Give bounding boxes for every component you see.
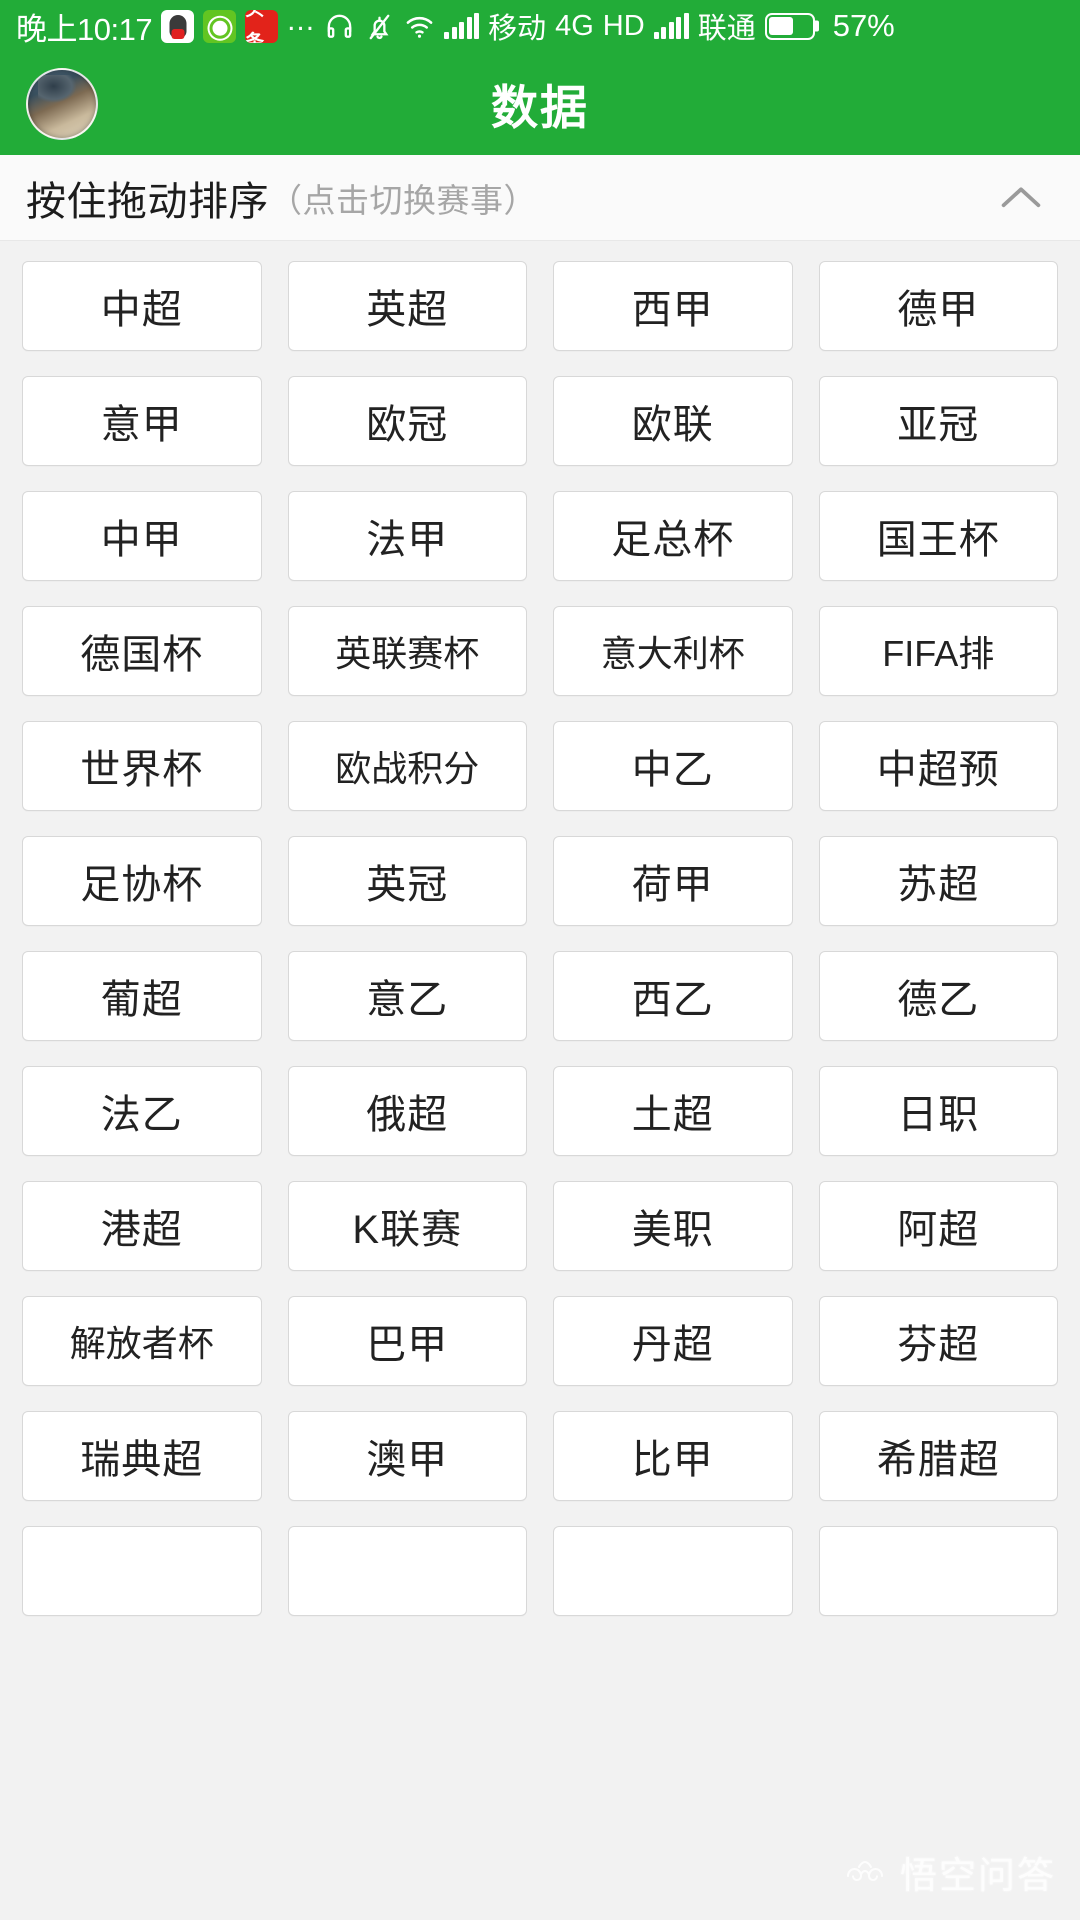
league-button[interactable] — [287, 1526, 527, 1616]
league-button[interactable]: 足协杯 — [22, 836, 262, 926]
league-button[interactable]: 国王杯 — [818, 491, 1058, 581]
league-button[interactable]: 中超 — [22, 261, 262, 351]
sort-hint-main-text: 按住拖动排序 — [26, 179, 269, 224]
status-bar: 晚上10:17 头条 ... 移动 4G HD 联通 57% — [0, 0, 1080, 52]
league-grid: 中超 英超 西甲 德甲意甲 欧冠 欧联 亚冠中甲 法甲 足总杯 国王杯德国杯 英联赛杯 意大利杯 FIF… — [22, 261, 1058, 1616]
wukong-logo-icon — [842, 1857, 888, 1887]
league-button[interactable]: 亚冠 — [818, 376, 1058, 466]
league-button[interactable]: 苏超 — [818, 836, 1058, 926]
league-button[interactable]: 葡超 — [22, 951, 262, 1041]
chevron-up-icon[interactable] — [992, 169, 1050, 227]
battery-percent-label: 57% — [832, 8, 895, 43]
league-button[interactable]: K联赛 — [287, 1181, 527, 1271]
league-button[interactable]: 土超 — [553, 1066, 793, 1156]
league-button[interactable]: 意甲 — [22, 376, 262, 466]
league-button[interactable]: 荷甲 — [553, 836, 793, 926]
league-button[interactable]: 英联赛杯 — [287, 606, 527, 696]
more-notifications-icon: ... — [287, 4, 316, 37]
league-button[interactable]: 美职 — [553, 1181, 793, 1271]
league-button[interactable]: 德甲 — [818, 261, 1058, 351]
league-button[interactable]: 解放者杯 — [22, 1296, 262, 1386]
league-button[interactable]: 法甲 — [287, 491, 527, 581]
headphone-icon — [324, 11, 355, 42]
page-title: 数据 — [491, 81, 589, 134]
signal-strength-icon-1 — [444, 13, 480, 39]
league-button[interactable]: 瑞典超 — [22, 1411, 262, 1501]
bell-muted-icon — [364, 11, 395, 42]
carrier-name-2: 联通 — [697, 13, 756, 45]
sort-hint-sub-text: （点击切换赛事） — [269, 181, 537, 219]
league-grid-container: 中超 英超 西甲 德甲意甲 欧冠 欧联 亚冠中甲 法甲 足总杯 国王杯德国杯 英联赛杯 意大利杯 FIF… — [0, 241, 1080, 1919]
league-button[interactable]: 欧联 — [553, 376, 793, 466]
league-button[interactable]: 日职 — [818, 1066, 1058, 1156]
qq-icon — [161, 9, 195, 43]
wifi-icon — [404, 11, 435, 42]
league-button[interactable]: 港超 — [22, 1181, 262, 1271]
toutiao-icon: 头条 — [245, 9, 279, 43]
league-button[interactable]: 德乙 — [818, 951, 1058, 1041]
league-button[interactable]: 世界杯 — [22, 721, 262, 811]
league-button[interactable]: 澳甲 — [287, 1411, 527, 1501]
league-button[interactable]: 意大利杯 — [553, 606, 793, 696]
league-button[interactable]: 比甲 — [553, 1411, 793, 1501]
league-button[interactable] — [553, 1526, 793, 1616]
league-button[interactable]: 英冠 — [287, 836, 527, 926]
league-button[interactable]: 西甲 — [553, 261, 793, 351]
league-button[interactable]: 丹超 — [553, 1296, 793, 1386]
battery-icon — [764, 12, 815, 40]
league-button[interactable]: 欧冠 — [287, 376, 527, 466]
league-button[interactable]: 芬超 — [818, 1296, 1058, 1386]
watermark: 悟空问答 — [842, 1845, 1056, 1899]
carrier-name-1: 移动 — [488, 13, 547, 45]
league-button[interactable]: 巴甲 — [287, 1296, 527, 1386]
league-button[interactable]: 法乙 — [22, 1066, 262, 1156]
league-button[interactable]: 中超预 — [818, 721, 1058, 811]
league-button[interactable]: 英超 — [287, 261, 527, 351]
status-time: 晚上10:17 — [16, 11, 153, 47]
league-button[interactable]: 足总杯 — [553, 491, 793, 581]
league-button[interactable]: 俄超 — [287, 1066, 527, 1156]
signal-strength-icon-2 — [653, 13, 689, 39]
league-button[interactable] — [22, 1526, 262, 1616]
app-header: 数据 — [0, 52, 1080, 155]
league-button[interactable]: 希腊超 — [818, 1411, 1058, 1501]
league-button[interactable]: FIFA排 — [818, 606, 1058, 696]
league-button[interactable]: 德国杯 — [22, 606, 262, 696]
league-button[interactable]: 中乙 — [553, 721, 793, 811]
hd-label: HD — [602, 9, 645, 42]
league-button[interactable] — [818, 1526, 1058, 1616]
league-button[interactable]: 阿超 — [818, 1181, 1058, 1271]
league-button[interactable]: 欧战积分 — [287, 721, 527, 811]
sort-hint-bar[interactable]: 按住拖动排序 （点击切换赛事） — [0, 155, 1080, 241]
watermark-text: 悟空问答 — [900, 1855, 1056, 1896]
network-type-label: 4G — [555, 9, 594, 42]
wechat-green-icon — [203, 9, 237, 43]
avatar[interactable] — [26, 67, 98, 140]
league-button[interactable]: 意乙 — [287, 951, 527, 1041]
league-button[interactable]: 西乙 — [553, 951, 793, 1041]
league-button[interactable]: 中甲 — [22, 491, 262, 581]
